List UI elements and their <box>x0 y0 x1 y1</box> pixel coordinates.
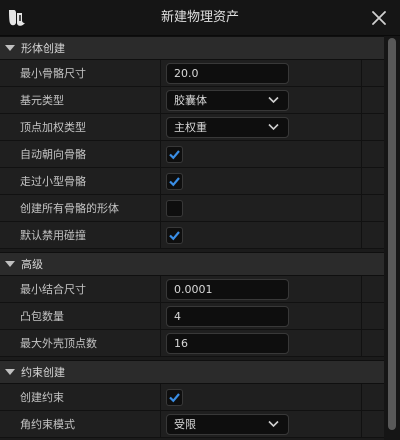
property-label: 走过小型骨骼 <box>20 175 86 188</box>
checkmark-icon <box>169 231 180 241</box>
hull-count-input[interactable]: 4 <box>166 306 289 327</box>
property-label: 最小骨骼尺寸 <box>20 67 86 80</box>
row-primitive-type: 基元类型 胶囊体 <box>0 87 384 114</box>
row-min-weld-size: 最小结合尺寸 0.0001 <box>0 276 384 303</box>
checkmark-icon <box>169 150 180 160</box>
row-vertex-weighting: 顶点加权类型 主权重 <box>0 114 384 141</box>
details-panel: 形体创建 最小骨骼尺寸 20.0 基元类型 胶囊体 顶点加权类型 主权重 自动朝… <box>0 36 384 440</box>
title-bar: 新建物理资产 <box>0 0 400 36</box>
property-label: 最小结合尺寸 <box>20 283 86 296</box>
column-divider <box>160 141 161 168</box>
column-divider <box>361 87 362 114</box>
column-divider <box>160 195 161 222</box>
max-hull-verts-input[interactable]: 16 <box>166 333 289 354</box>
row-min-bone-size: 最小骨骼尺寸 20.0 <box>0 60 384 87</box>
caret-down-icon[interactable] <box>5 261 15 267</box>
property-label: 凸包数量 <box>20 310 64 323</box>
close-icon[interactable] <box>370 9 388 27</box>
section-label: 形体创建 <box>21 42 65 55</box>
property-label: 创建约束 <box>20 391 64 404</box>
property-label: 默认禁用碰撞 <box>20 229 86 242</box>
caret-down-icon[interactable] <box>5 45 15 51</box>
column-divider <box>361 330 362 357</box>
property-label: 创建所有骨骼的形体 <box>20 202 119 215</box>
min-bone-size-input[interactable]: 20.0 <box>166 63 289 84</box>
section-label: 约束创建 <box>21 366 65 379</box>
property-label: 最大外壳顶点数 <box>20 337 97 350</box>
property-label: 角约束模式 <box>20 418 75 431</box>
scrollbar-thumb[interactable] <box>388 38 396 430</box>
column-divider <box>160 222 161 249</box>
chevron-down-icon <box>268 420 279 428</box>
section-label: 高级 <box>21 258 43 271</box>
min-weld-size-input[interactable]: 0.0001 <box>166 279 289 300</box>
column-divider <box>160 384 161 411</box>
column-divider <box>160 303 161 330</box>
column-divider <box>361 141 362 168</box>
body-for-all-checkbox[interactable] <box>166 200 183 217</box>
checkmark-icon <box>169 393 180 403</box>
create-constraints-checkbox[interactable] <box>166 389 183 406</box>
row-angular-mode: 角约束模式 受限 <box>0 411 384 438</box>
column-divider <box>361 303 362 330</box>
angular-mode-dropdown[interactable]: 受限 <box>166 414 289 435</box>
column-divider <box>361 384 362 411</box>
column-divider <box>361 411 362 438</box>
row-hull-count: 凸包数量 4 <box>0 303 384 330</box>
column-divider <box>361 222 362 249</box>
vertex-weighting-dropdown[interactable]: 主权重 <box>166 117 289 138</box>
row-create-constraints: 创建约束 <box>0 384 384 411</box>
column-divider <box>361 60 362 87</box>
column-divider <box>160 114 161 141</box>
chevron-down-icon <box>268 123 279 131</box>
row-walk-past-small: 走过小型骨骼 <box>0 168 384 195</box>
primitive-type-dropdown[interactable]: 胶囊体 <box>166 90 289 111</box>
property-label: 顶点加权类型 <box>20 121 86 134</box>
column-divider <box>160 330 161 357</box>
column-divider <box>160 87 161 114</box>
column-divider <box>160 60 161 87</box>
caret-down-icon[interactable] <box>5 369 15 375</box>
column-divider <box>361 276 362 303</box>
auto-orient-checkbox[interactable] <box>166 146 183 163</box>
walk-past-small-checkbox[interactable] <box>166 173 183 190</box>
checkmark-icon <box>169 177 180 187</box>
column-divider <box>361 195 362 222</box>
dropdown-value: 受限 <box>174 418 196 431</box>
section-body-creation[interactable]: 形体创建 <box>0 36 384 60</box>
column-divider <box>160 276 161 303</box>
section-constraint-creation[interactable]: 约束创建 <box>0 360 384 384</box>
column-divider <box>160 168 161 195</box>
section-advanced[interactable]: 高级 <box>0 252 384 276</box>
row-max-hull-verts: 最大外壳顶点数 16 <box>0 330 384 357</box>
disable-collision-checkbox[interactable] <box>166 227 183 244</box>
property-label: 自动朝向骨骼 <box>20 148 86 161</box>
row-disable-collision: 默认禁用碰撞 <box>0 222 384 249</box>
row-body-for-all: 创建所有骨骼的形体 <box>0 195 384 222</box>
row-auto-orient: 自动朝向骨骼 <box>0 141 384 168</box>
window-title: 新建物理资产 <box>160 10 239 25</box>
column-divider <box>361 114 362 141</box>
column-divider <box>361 168 362 195</box>
column-divider <box>160 411 161 438</box>
dropdown-value: 胶囊体 <box>174 94 207 107</box>
chevron-down-icon <box>268 96 279 104</box>
dropdown-value: 主权重 <box>174 121 207 134</box>
property-label: 基元类型 <box>20 94 64 107</box>
